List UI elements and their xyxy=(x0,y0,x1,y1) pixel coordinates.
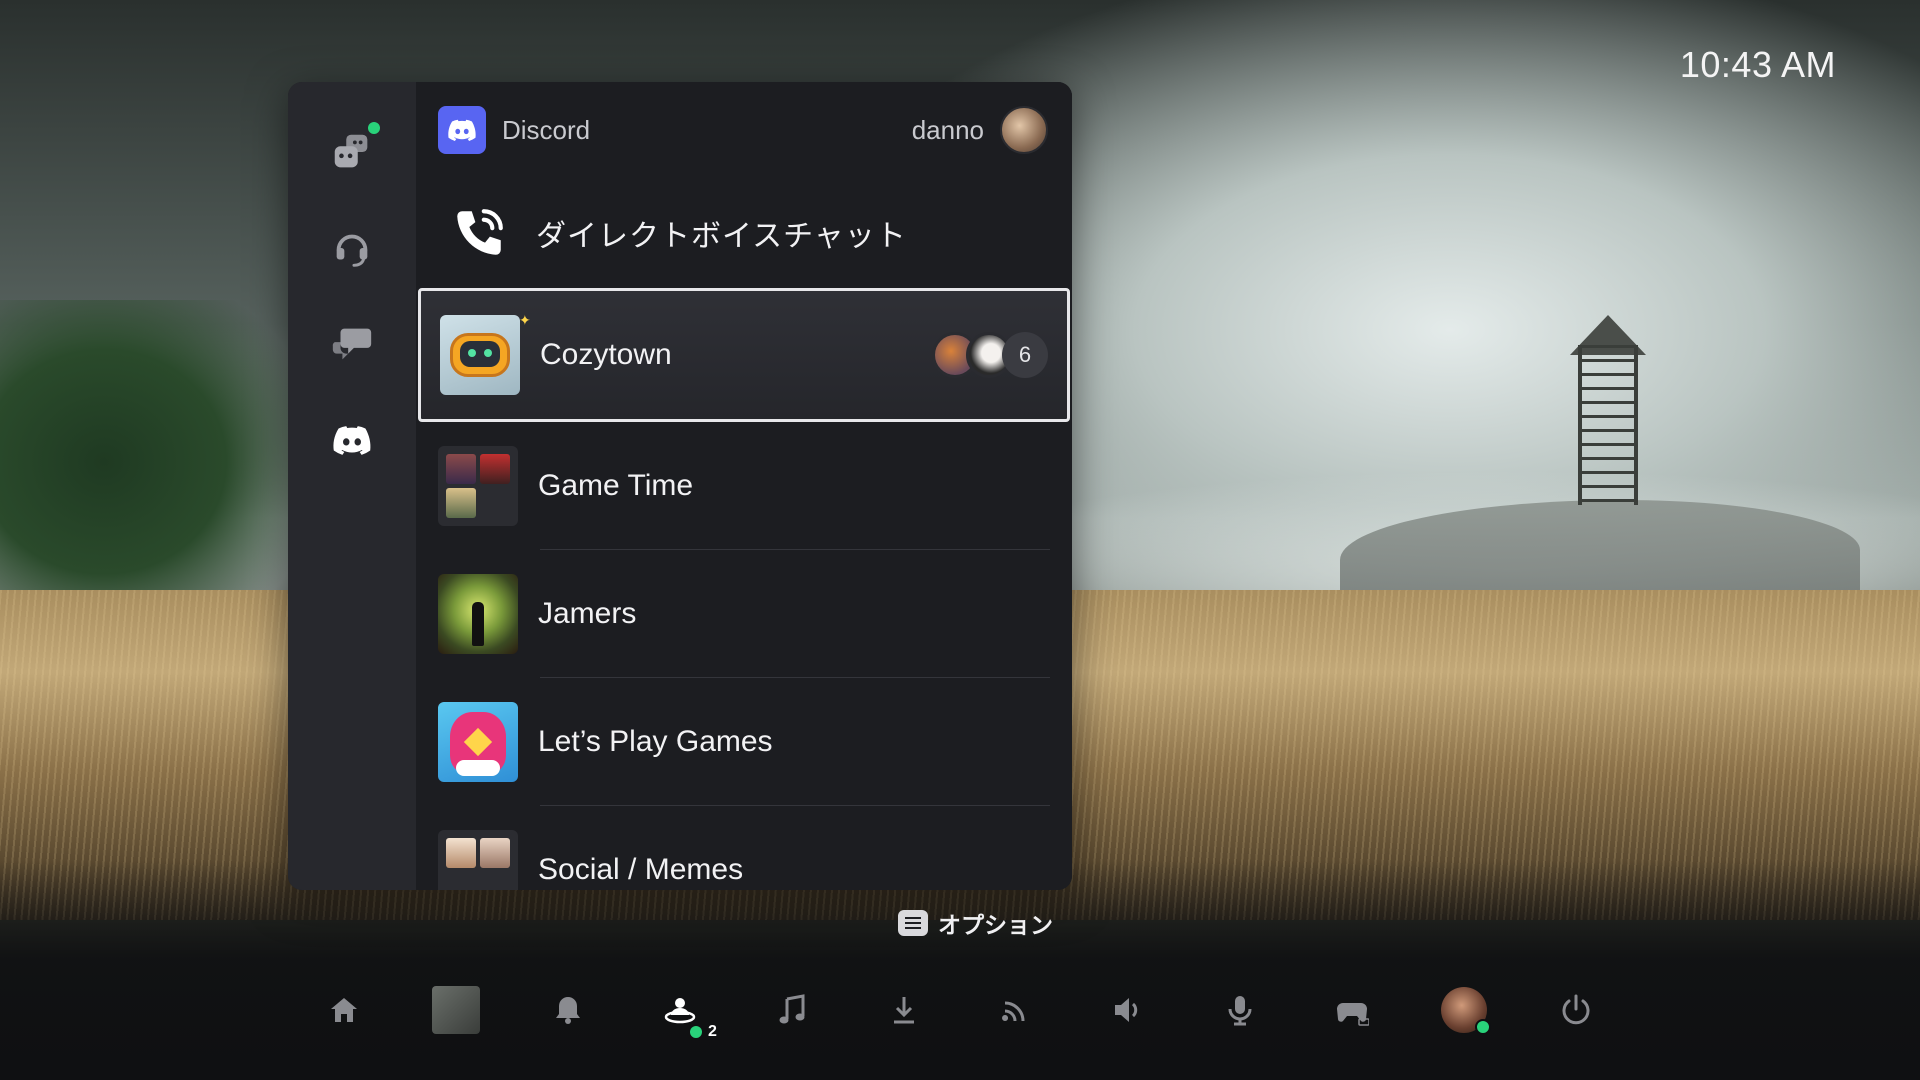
server-item-lets-play-games[interactable]: Let’s Play Games xyxy=(416,678,1072,806)
server-name: Social / Memes xyxy=(538,853,744,886)
server-name: Game Time xyxy=(538,469,694,502)
member-avatars: 6 xyxy=(932,332,1048,378)
phone-call-icon xyxy=(457,209,503,255)
server-name: Let’s Play Games xyxy=(538,725,773,758)
options-label: オプション xyxy=(938,913,1053,939)
bell-icon xyxy=(556,997,580,1024)
server-item-game-time[interactable]: Game Time xyxy=(416,422,1072,550)
mic-icon xyxy=(1228,996,1252,1026)
power-icon xyxy=(1562,994,1590,1025)
server-name: Cozytown xyxy=(540,338,672,371)
user-avatar[interactable] xyxy=(1000,106,1048,154)
avatar xyxy=(1441,987,1491,1035)
volume-icon xyxy=(1115,998,1138,1022)
bar-notifications[interactable] xyxy=(538,975,598,1045)
online-friends-badge: 2 xyxy=(690,1023,717,1041)
discord-icon xyxy=(333,426,371,455)
app-title: Discord xyxy=(502,114,591,145)
options-button-icon xyxy=(898,910,928,936)
current-game-tile xyxy=(432,986,480,1034)
panel-rail xyxy=(288,82,416,890)
messages-icon xyxy=(332,328,372,360)
server-item-social-memes[interactable]: Social / Memes xyxy=(416,806,1072,890)
member-count: 6 xyxy=(1002,332,1048,378)
bar-mic[interactable] xyxy=(1210,975,1270,1045)
bar-accessories[interactable] xyxy=(1322,975,1382,1045)
control-center-bar: 2 xyxy=(0,975,1920,1045)
bar-game-base[interactable]: 2 xyxy=(650,975,717,1045)
server-item-jamers[interactable]: Jamers xyxy=(416,550,1072,678)
clock: 10:43 AM xyxy=(1679,44,1836,85)
options-hint: オプション xyxy=(898,906,1053,940)
bar-remote-play[interactable] xyxy=(986,975,1046,1045)
game-base-icon xyxy=(334,134,368,168)
server-thumbnail xyxy=(438,574,518,654)
music-icon xyxy=(779,994,805,1024)
discord-logo xyxy=(438,106,486,154)
direct-voice-chat-label: ダイレクトボイスチャット xyxy=(536,219,907,254)
headset-icon xyxy=(336,234,368,267)
discord-header: Discord danno xyxy=(416,82,1072,178)
server-item-cozytown[interactable]: ✦ Cozytown 6 xyxy=(418,288,1070,422)
bar-home[interactable] xyxy=(314,975,374,1045)
sparkle-icon: ✦ xyxy=(519,313,531,329)
server-thumbnail xyxy=(438,446,518,526)
rail-item-messages[interactable] xyxy=(320,312,384,376)
game-base-icon xyxy=(664,998,696,1024)
bar-power[interactable] xyxy=(1546,975,1606,1045)
online-status-dot xyxy=(368,122,380,134)
rail-item-party[interactable] xyxy=(320,216,384,280)
bar-sound[interactable] xyxy=(1098,975,1158,1045)
server-thumbnail xyxy=(438,702,518,782)
discord-logo-icon xyxy=(448,119,476,141)
bar-game[interactable] xyxy=(426,975,486,1045)
username: danno xyxy=(911,114,984,145)
server-thumbnail xyxy=(440,315,520,395)
bar-music[interactable] xyxy=(762,975,822,1045)
server-thumbnail xyxy=(438,830,518,890)
discord-main: Discord danno ダイレクトボイスチャット ✦ Cozytown 6 … xyxy=(416,82,1072,890)
rail-item-game-base[interactable] xyxy=(320,120,384,184)
home-icon xyxy=(331,998,357,1022)
server-list: ✦ Cozytown 6 Game Time Jamers Let’s Play… xyxy=(416,288,1072,890)
download-icon xyxy=(894,997,914,1024)
rail-item-discord[interactable] xyxy=(320,408,384,472)
bar-downloads[interactable] xyxy=(874,975,934,1045)
controller-icon xyxy=(1337,1003,1369,1026)
server-name: Jamers xyxy=(538,597,637,630)
bar-profile[interactable] xyxy=(1434,975,1494,1045)
direct-voice-chat-button[interactable]: ダイレクトボイスチャット xyxy=(416,178,1072,288)
game-base-panel: Discord danno ダイレクトボイスチャット ✦ Cozytown 6 … xyxy=(288,82,1072,890)
remote-play-icon xyxy=(1002,1001,1025,1022)
